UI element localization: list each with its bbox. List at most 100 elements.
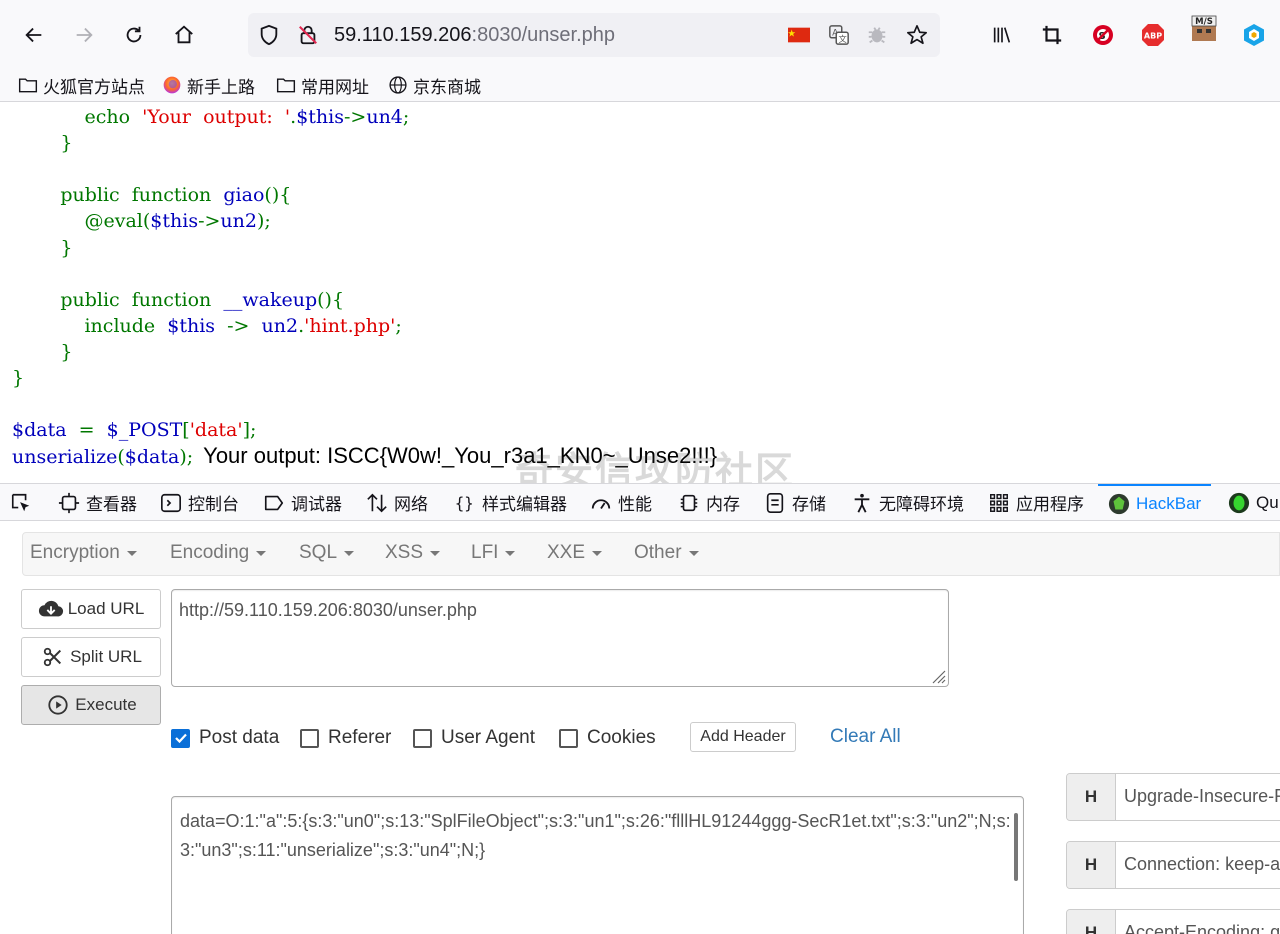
bookmark-label: 新手上路 <box>187 77 255 97</box>
add-header-button[interactable]: Add Header <box>690 722 796 752</box>
menu-encoding[interactable]: Encoding <box>170 542 267 564</box>
hackbar-panel: Encryption Encoding SQL XSS LFI XXE Othe… <box>0 522 1280 934</box>
menu-lfi[interactable]: LFI <box>471 542 516 564</box>
scissors-icon <box>43 647 62 667</box>
network-icon <box>367 493 387 512</box>
url-textarea-value: http://59.110.159.206:8030/unser.php <box>179 600 477 620</box>
code-token: ); <box>179 446 194 469</box>
tab-debugger[interactable]: 调试器 <box>263 484 342 520</box>
code-token: $data <box>124 446 180 469</box>
load-url-label: Load URL <box>67 599 145 618</box>
code-token: } <box>12 367 25 389</box>
bookmark-getting-started[interactable]: 新手上路 <box>162 73 255 97</box>
code-token: __wakeup <box>223 288 318 311</box>
header-value[interactable]: Accept-Encoding: gzip, deflate <box>1124 922 1280 934</box>
hackbar-icon <box>1108 493 1130 514</box>
split-url-button[interactable]: Split URL <box>21 637 161 677</box>
tab-accessibility[interactable]: 无障碍环境 <box>851 484 964 520</box>
tab-memory[interactable]: 内存 <box>678 484 740 520</box>
tab-label: 性能 <box>618 495 652 514</box>
tab-console[interactable]: 控制台 <box>160 484 239 520</box>
tab-storage[interactable]: 存储 <box>764 484 826 520</box>
forward-button[interactable] <box>67 18 101 52</box>
debugger-icon <box>264 495 284 510</box>
referer-checkbox[interactable]: Referer <box>300 726 391 750</box>
code-token: $this <box>150 210 199 233</box>
url-text[interactable]: 59.110.159.206:8030/unser.php <box>334 24 615 46</box>
header-value[interactable]: Connection: keep-alive <box>1124 854 1280 875</box>
code-line: public function giao(){ <box>12 183 291 207</box>
devtools-tabbar: 查看器 控制台 调试器 网络 {} 样式编辑器 性能 内存 存储 无障碍环境 应… <box>0 483 1280 521</box>
tab-hackbar[interactable]: HackBar <box>1098 484 1212 520</box>
code-token: ; <box>402 106 410 128</box>
star-bookmark-icon[interactable] <box>906 24 928 46</box>
load-url-button[interactable]: Load URL <box>21 589 161 629</box>
post-data-scrollbar[interactable] <box>1014 813 1018 881</box>
bookmark-common-sites[interactable]: 常用网址 <box>276 73 369 97</box>
shield-icon[interactable] <box>258 24 280 46</box>
home-button[interactable] <box>167 18 201 52</box>
tab-element-picker[interactable] <box>10 484 38 520</box>
checkbox-checked-icon <box>171 728 190 748</box>
folder-icon <box>18 78 38 93</box>
bookmark-jd-mall[interactable]: 京东商城 <box>388 73 481 97</box>
tab-label: 存储 <box>792 495 826 514</box>
code-line: } <box>12 236 72 260</box>
inspector-icon <box>58 492 80 513</box>
post-data-value: data=O:1:"a":5:{s:3:"un0";s:13:"SplFileO… <box>180 811 1011 860</box>
menu-xxe[interactable]: XXE <box>547 542 603 564</box>
menu-label: SQL <box>299 542 338 563</box>
caret-down-icon <box>256 550 267 556</box>
bookmark-firefox-official[interactable]: 火狐官方站点 <box>18 73 145 97</box>
no-script-icon[interactable]: S <box>1090 22 1116 48</box>
tab-performance[interactable]: 性能 <box>590 484 652 520</box>
menu-other[interactable]: Other <box>634 542 699 564</box>
header-toggle[interactable]: H <box>1067 910 1116 934</box>
header-row[interactable]: H Accept-Encoding: gzip, deflate <box>1066 909 1280 934</box>
user-agent-checkbox[interactable]: User Agent <box>413 726 535 750</box>
screenshot-icon[interactable] <box>1039 22 1065 48</box>
china-flag-icon <box>788 24 810 46</box>
mms-icon[interactable]: M/S <box>1191 15 1217 42</box>
caret-down-icon <box>430 550 441 556</box>
adblock-plus-icon[interactable]: ABP <box>1140 22 1166 48</box>
tab-application[interactable]: 应用程序 <box>988 484 1084 520</box>
translate-icon[interactable]: A文 <box>828 24 850 46</box>
code-token: public function <box>60 288 224 311</box>
post-data-textarea[interactable]: data=O:1:"a":5:{s:3:"un0";s:13:"SplFileO… <box>171 796 1024 934</box>
header-row[interactable]: H Connection: keep-alive <box>1066 841 1280 889</box>
header-toggle[interactable]: H <box>1067 774 1116 820</box>
tab-inspector[interactable]: 查看器 <box>58 484 137 520</box>
tab-style-editor[interactable]: {} 样式编辑器 <box>454 484 567 520</box>
menu-xss[interactable]: XSS <box>385 542 441 564</box>
menu-encryption[interactable]: Encryption <box>30 542 137 564</box>
back-button[interactable] <box>17 18 51 52</box>
bug-icon[interactable] <box>866 24 888 46</box>
menu-sql[interactable]: SQL <box>299 542 355 564</box>
url-bar[interactable]: 59.110.159.206:8030/unser.php A文 <box>248 13 940 57</box>
post-data-checkbox[interactable]: Post data <box>171 726 279 750</box>
tab-label: 无障碍环境 <box>879 495 964 514</box>
library-icon[interactable] <box>989 22 1015 48</box>
code-token: public function <box>60 184 224 207</box>
tab-quick[interactable]: Qu <box>1228 484 1279 520</box>
header-toggle[interactable]: H <box>1067 842 1116 888</box>
tab-label: 应用程序 <box>1016 495 1084 514</box>
header-row[interactable]: H Upgrade-Insecure-Requests: 1 <box>1066 773 1280 821</box>
url-textarea[interactable]: http://59.110.159.206:8030/unser.php <box>171 589 949 687</box>
execute-button[interactable]: Execute <box>21 685 161 725</box>
option-label: User Agent <box>441 727 535 748</box>
option-label: Post data <box>199 727 280 748</box>
resize-grip-icon[interactable] <box>928 666 946 684</box>
clear-all-link[interactable]: Clear All <box>830 726 901 748</box>
cookies-checkbox[interactable]: Cookies <box>559 726 656 750</box>
svg-text:ABP: ABP <box>1144 32 1162 41</box>
insecure-lock-icon[interactable] <box>297 24 319 46</box>
tab-network[interactable]: 网络 <box>366 484 428 520</box>
header-value[interactable]: Upgrade-Insecure-Requests: 1 <box>1124 786 1280 807</box>
browser-toolbar: 59.110.159.206:8030/unser.php A文 S ABP M… <box>0 0 1280 70</box>
reload-button[interactable] <box>117 18 151 52</box>
code-token: 'Your output: ' <box>142 106 291 128</box>
code-token: unserialize <box>12 446 118 469</box>
extension-cube-icon[interactable] <box>1241 22 1267 48</box>
